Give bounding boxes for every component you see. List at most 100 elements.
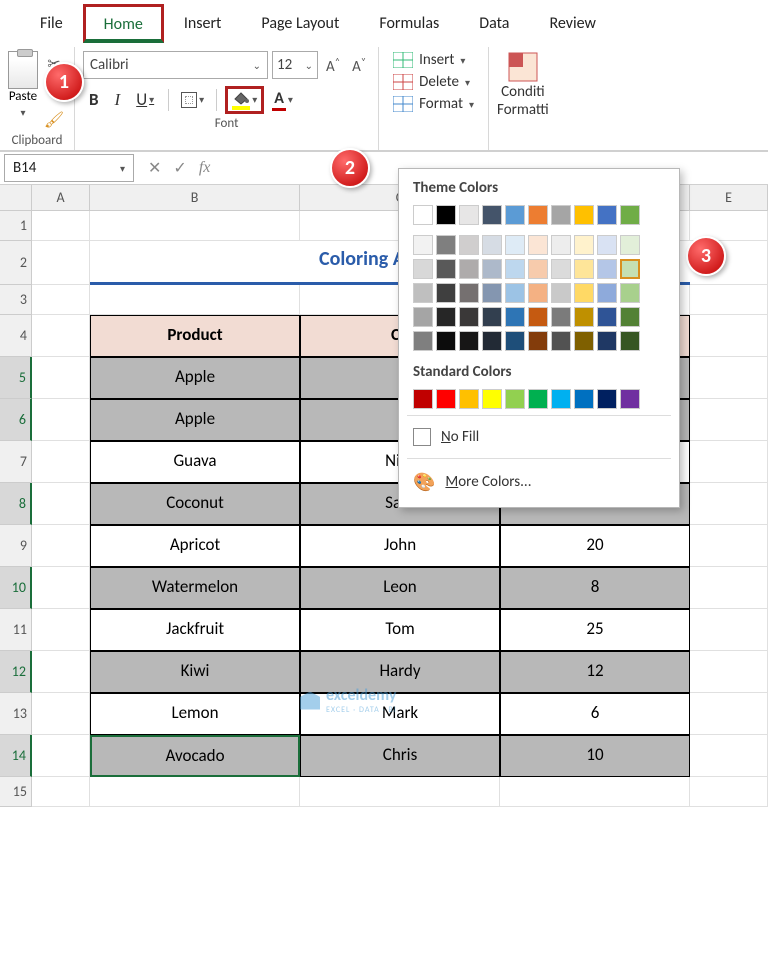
cell[interactable] — [690, 651, 768, 693]
row-header[interactable]: 8 — [0, 483, 32, 525]
color-swatch[interactable] — [436, 205, 456, 225]
tab-home[interactable]: Home — [83, 4, 164, 43]
color-swatch[interactable] — [597, 259, 617, 279]
cell[interactable] — [32, 651, 90, 693]
color-swatch[interactable] — [413, 389, 433, 409]
cell[interactable] — [90, 285, 300, 315]
color-swatch[interactable] — [574, 283, 594, 303]
cell[interactable] — [32, 567, 90, 609]
color-swatch[interactable] — [436, 259, 456, 279]
color-swatch[interactable] — [551, 283, 571, 303]
font-color-button[interactable]: A ▾ — [268, 87, 297, 113]
color-swatch[interactable] — [413, 331, 433, 351]
cell[interactable] — [690, 525, 768, 567]
row-header[interactable]: 1 — [0, 211, 32, 241]
table-cell[interactable]: 25 — [500, 609, 690, 651]
color-swatch[interactable] — [620, 259, 640, 279]
row-header[interactable]: 5 — [0, 357, 32, 399]
color-swatch[interactable] — [620, 283, 640, 303]
color-swatch[interactable] — [528, 389, 548, 409]
tab-review[interactable]: Review — [529, 4, 616, 43]
color-swatch[interactable] — [413, 235, 433, 255]
color-swatch[interactable] — [574, 259, 594, 279]
name-box[interactable]: B14 ▾ — [4, 154, 134, 182]
color-swatch[interactable] — [436, 283, 456, 303]
cell[interactable] — [690, 777, 768, 807]
table-cell[interactable]: Apple — [90, 399, 300, 441]
conditional-formatting-icon[interactable] — [507, 51, 539, 83]
cell[interactable] — [690, 285, 768, 315]
color-swatch[interactable] — [482, 307, 502, 327]
color-swatch[interactable] — [505, 331, 525, 351]
color-swatch[interactable] — [459, 283, 479, 303]
chevron-down-icon[interactable]: ▾ — [252, 93, 257, 106]
color-swatch[interactable] — [482, 283, 502, 303]
table-cell[interactable]: Lemon — [90, 693, 300, 735]
italic-button[interactable]: I — [109, 86, 127, 114]
color-swatch[interactable] — [436, 307, 456, 327]
underline-button[interactable]: U ▾ — [130, 85, 160, 114]
cell[interactable] — [32, 285, 90, 315]
row-header[interactable]: 11 — [0, 609, 32, 651]
table-cell[interactable]: 6 — [500, 693, 690, 735]
cancel-icon[interactable]: ✕ — [148, 158, 161, 178]
color-swatch[interactable] — [574, 331, 594, 351]
table-cell[interactable]: Avocado — [90, 735, 300, 777]
cell[interactable] — [32, 315, 90, 357]
enter-icon[interactable]: ✓ — [173, 158, 186, 178]
color-swatch[interactable] — [528, 235, 548, 255]
table-cell[interactable]: Jackfruit — [90, 609, 300, 651]
color-swatch[interactable] — [620, 205, 640, 225]
color-swatch[interactable] — [597, 205, 617, 225]
cell[interactable] — [32, 609, 90, 651]
color-swatch[interactable] — [505, 307, 525, 327]
color-swatch[interactable] — [413, 259, 433, 279]
font-size-combo[interactable]: 12 ⌄ — [272, 51, 318, 79]
color-swatch[interactable] — [482, 389, 502, 409]
table-cell[interactable]: Kiwi — [90, 651, 300, 693]
color-swatch[interactable] — [528, 307, 548, 327]
color-swatch[interactable] — [505, 205, 525, 225]
color-swatch[interactable] — [551, 389, 571, 409]
table-cell[interactable]: Watermelon — [90, 567, 300, 609]
bold-button[interactable]: B — [83, 85, 105, 114]
row-header[interactable]: 7 — [0, 441, 32, 483]
color-swatch[interactable] — [482, 235, 502, 255]
col-header-E[interactable]: E — [690, 185, 768, 210]
color-swatch[interactable] — [482, 331, 502, 351]
decrease-font-icon[interactable]: A˅ — [348, 53, 370, 78]
cell[interactable] — [690, 609, 768, 651]
cell[interactable] — [32, 777, 90, 807]
delete-cells-button[interactable]: Delete ▾ — [393, 73, 474, 91]
tab-page-layout[interactable]: Page Layout — [241, 4, 359, 43]
color-swatch[interactable] — [528, 331, 548, 351]
cell[interactable] — [90, 777, 300, 807]
color-swatch[interactable] — [597, 331, 617, 351]
table-cell[interactable]: John — [300, 525, 500, 567]
row-header[interactable]: 3 — [0, 285, 32, 315]
table-cell[interactable]: 8 — [500, 567, 690, 609]
color-swatch[interactable] — [620, 389, 640, 409]
cell[interactable] — [690, 441, 768, 483]
color-swatch[interactable] — [528, 259, 548, 279]
col-header-B[interactable]: B — [90, 185, 300, 210]
cell[interactable] — [690, 567, 768, 609]
row-header[interactable]: 14 — [0, 735, 32, 777]
cell[interactable] — [32, 211, 90, 241]
color-swatch[interactable] — [505, 389, 525, 409]
color-swatch[interactable] — [505, 259, 525, 279]
table-header[interactable]: Product — [90, 315, 300, 357]
chevron-down-icon[interactable]: ▾ — [20, 106, 25, 119]
no-fill-item[interactable]: No Fill — [399, 420, 679, 454]
cell[interactable] — [690, 357, 768, 399]
color-swatch[interactable] — [574, 307, 594, 327]
cell[interactable] — [32, 441, 90, 483]
table-cell[interactable]: 12 — [500, 651, 690, 693]
cell[interactable] — [90, 211, 300, 241]
color-swatch[interactable] — [505, 283, 525, 303]
cell[interactable] — [690, 735, 768, 777]
color-swatch[interactable] — [597, 283, 617, 303]
color-swatch[interactable] — [528, 283, 548, 303]
color-swatch[interactable] — [436, 389, 456, 409]
increase-font-icon[interactable]: A˄ — [322, 53, 344, 78]
